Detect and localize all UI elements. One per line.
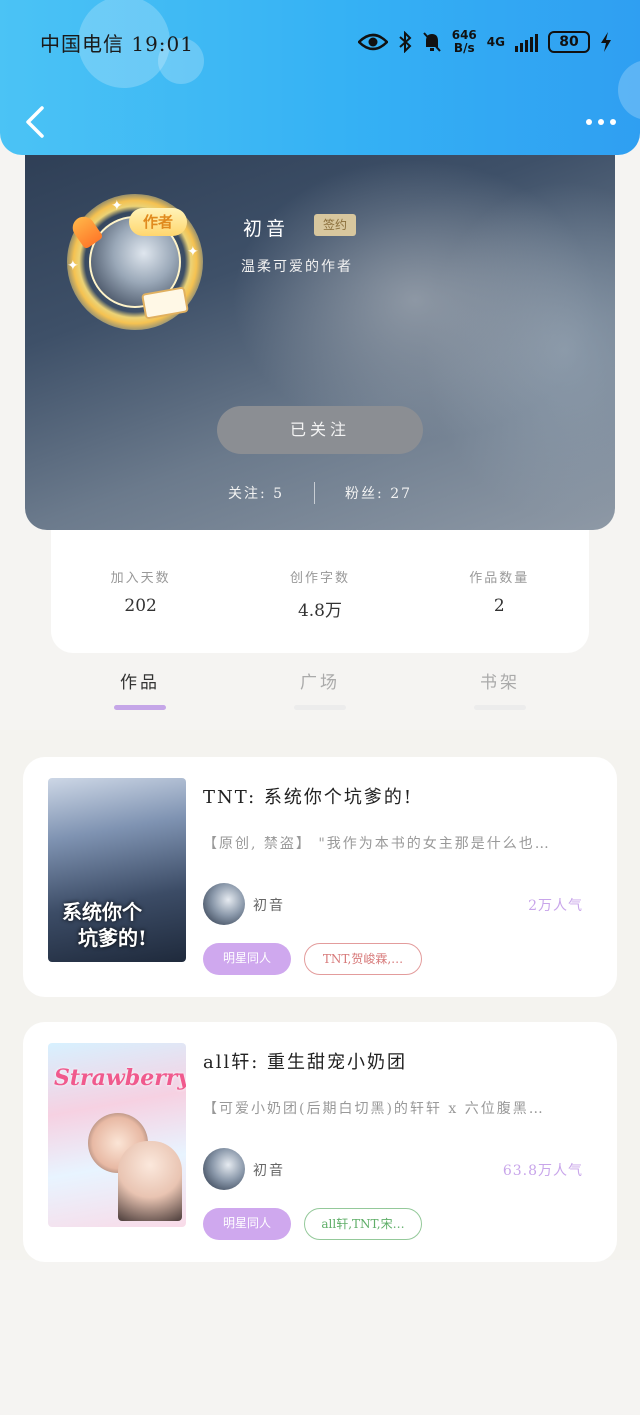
profile-card: ✦ ✦ ✦ 作者 初音 签约 温柔可爱的作者 已关注 关注: 5 粉丝: 27	[25, 130, 615, 530]
stat-value: 4.8万	[297, 601, 342, 621]
stat-word-count: 创作字数 4.8万	[250, 567, 390, 653]
book-card[interactable]: Strawberry all轩: 重生甜宠小奶团 【可爱小奶团(后期白切黑)的轩…	[23, 1022, 617, 1262]
fans-stat[interactable]: 粉丝: 27	[345, 483, 412, 503]
stat-label: 加入天数	[110, 571, 171, 586]
tab-label: 广场	[300, 673, 340, 693]
battery-icon: 80	[548, 31, 590, 53]
avatar	[203, 1148, 245, 1190]
carrier-time: 中国电信 19:01	[40, 31, 194, 56]
tab-label: 作品	[120, 673, 160, 693]
tag-keywords[interactable]: TNT,贺峻霖,…	[304, 943, 422, 975]
book-popularity: 63.8万人气	[502, 1163, 583, 1179]
tab-bar: 作品 广场 书架	[0, 668, 640, 718]
eye-icon	[357, 33, 388, 51]
network-type: 4G	[486, 34, 505, 49]
status-bar: 中国电信 19:01 646 B/s 4G 80	[0, 24, 640, 60]
tag-keywords[interactable]: all轩,TNT,宋…	[304, 1208, 422, 1240]
following-label: 关注	[227, 486, 260, 502]
follow-stats: 关注: 5 粉丝: 27	[25, 480, 615, 506]
tab-square[interactable]: 广场	[275, 668, 365, 718]
book-cover[interactable]: Strawberry	[48, 1043, 186, 1227]
stat-join-days: 加入天数 202	[71, 567, 211, 653]
net-speed-unit: B/s	[453, 41, 475, 55]
nav-bar	[0, 100, 640, 144]
top-bar: 中国电信 19:01 646 B/s 4G 80	[0, 0, 640, 155]
more-icon[interactable]	[586, 119, 616, 125]
book-cover[interactable]: 系统你个 坑爹的!	[48, 778, 186, 962]
stat-label: 创作字数	[289, 571, 350, 586]
sparkle-icon: ✦	[111, 198, 123, 214]
stat-value: 202	[124, 596, 157, 616]
author-name: 初音	[243, 218, 290, 240]
stat-value: 2	[493, 596, 505, 616]
avatar	[203, 883, 245, 925]
following-stat[interactable]: 关注: 5	[228, 483, 284, 503]
cover-title: Strawberry	[54, 1065, 186, 1091]
author-avatar[interactable]: ✦ ✦ ✦ 作者	[67, 194, 203, 330]
charging-icon	[601, 32, 611, 52]
book-author: 初音	[253, 898, 285, 914]
fans-count: 27	[390, 486, 413, 502]
tab-bookshelf[interactable]: 书架	[455, 668, 545, 718]
divider	[314, 482, 316, 504]
tab-indicator	[294, 705, 346, 710]
cover-title: 坑爹的!	[78, 926, 147, 950]
author-bio: 温柔可爱的作者	[241, 259, 353, 275]
cover-figure	[118, 1141, 182, 1221]
book-description: 【可爱小奶团(后期白切黑)的轩轩 x 六位腹黑…	[203, 1101, 545, 1117]
tab-indicator	[114, 705, 166, 710]
sparkle-icon: ✦	[67, 258, 79, 274]
sparkle-icon: ✦	[187, 244, 199, 260]
book-title[interactable]: TNT: 系统你个坑爹的!	[203, 783, 413, 809]
signed-badge: 签约	[314, 214, 356, 236]
bluetooth-icon	[399, 31, 412, 53]
mute-icon	[422, 32, 441, 52]
book-card[interactable]: 系统你个 坑爹的! TNT: 系统你个坑爹的! 【原创, 禁盗】 "我作为本书的…	[23, 757, 617, 997]
tab-indicator	[474, 705, 526, 710]
stats-card: 加入天数 202 创作字数 4.8万 作品数量 2	[51, 515, 589, 653]
tab-label: 书架	[480, 673, 520, 693]
stat-label: 作品数量	[469, 571, 530, 586]
follow-button[interactable]: 已关注	[217, 406, 423, 454]
author-badge: 作者	[129, 208, 187, 236]
tag-category[interactable]: 明星同人	[203, 1208, 291, 1240]
book-description: 【原创, 禁盗】 "我作为本书的女主那是什么也…	[203, 836, 551, 852]
book-title[interactable]: all轩: 重生甜宠小奶团	[203, 1048, 407, 1074]
net-speed: 646 B/s	[452, 29, 477, 55]
tab-works[interactable]: 作品	[95, 668, 185, 718]
following-count: 5	[273, 486, 285, 502]
stat-works-count: 作品数量 2	[429, 567, 569, 653]
cover-title: 系统你个	[62, 900, 142, 924]
status-icons: 646 B/s 4G 80	[357, 29, 612, 55]
signal-icon	[515, 32, 538, 52]
book-popularity: 2万人气	[528, 898, 583, 914]
back-icon[interactable]	[24, 105, 46, 139]
fans-label: 粉丝	[345, 486, 378, 502]
tag-category[interactable]: 明星同人	[203, 943, 291, 975]
book-author: 初音	[253, 1163, 285, 1179]
